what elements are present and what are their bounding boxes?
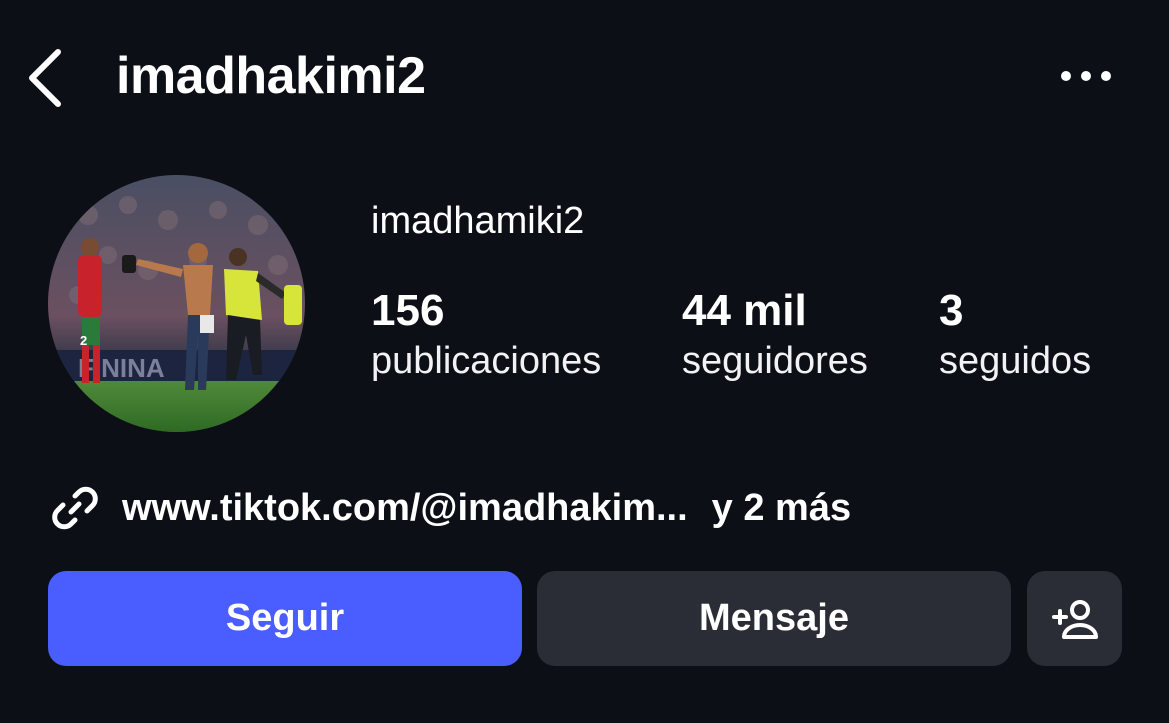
follow-button[interactable]: Seguir [48,571,522,666]
stat-followers[interactable]: 44 mil seguidores [682,284,868,386]
stat-posts-label: publicaciones [371,340,602,382]
header-username: imadhakimi2 [116,47,426,105]
stat-following-label: seguidos [939,340,1092,382]
link-icon [52,486,98,530]
stat-posts[interactable]: 156 publicaciones [371,284,601,386]
stat-following[interactable]: 3 seguidos [939,284,1091,386]
stat-following-value: 3 [939,286,964,335]
display-name: imadhamiki2 [371,200,585,242]
stat-posts-value: 156 [371,286,445,335]
svg-text:FININA: FININA [78,353,165,383]
bio-link-more[interactable]: y 2 más [712,487,851,530]
bio-link-url[interactable]: www.tiktok.com/@imadhakim... [122,487,688,530]
avatar-photo: FININA 2 [48,175,305,432]
chevron-left-icon [29,49,61,107]
message-button[interactable]: Mensaje [537,571,1011,666]
more-options-button[interactable] [1056,58,1116,94]
suggested-accounts-button[interactable] [1027,571,1122,666]
profile-header: imadhakimi2 [0,0,1169,150]
bio-link[interactable]: www.tiktok.com/@imadhakim... y 2 más [48,478,851,538]
add-person-icon [1051,599,1098,639]
avatar[interactable]: FININA 2 [48,175,305,432]
stat-followers-value: 44 mil [682,286,807,335]
back-button[interactable] [22,44,70,110]
stat-followers-label: seguidores [682,340,868,382]
more-horizontal-icon [1061,71,1111,81]
